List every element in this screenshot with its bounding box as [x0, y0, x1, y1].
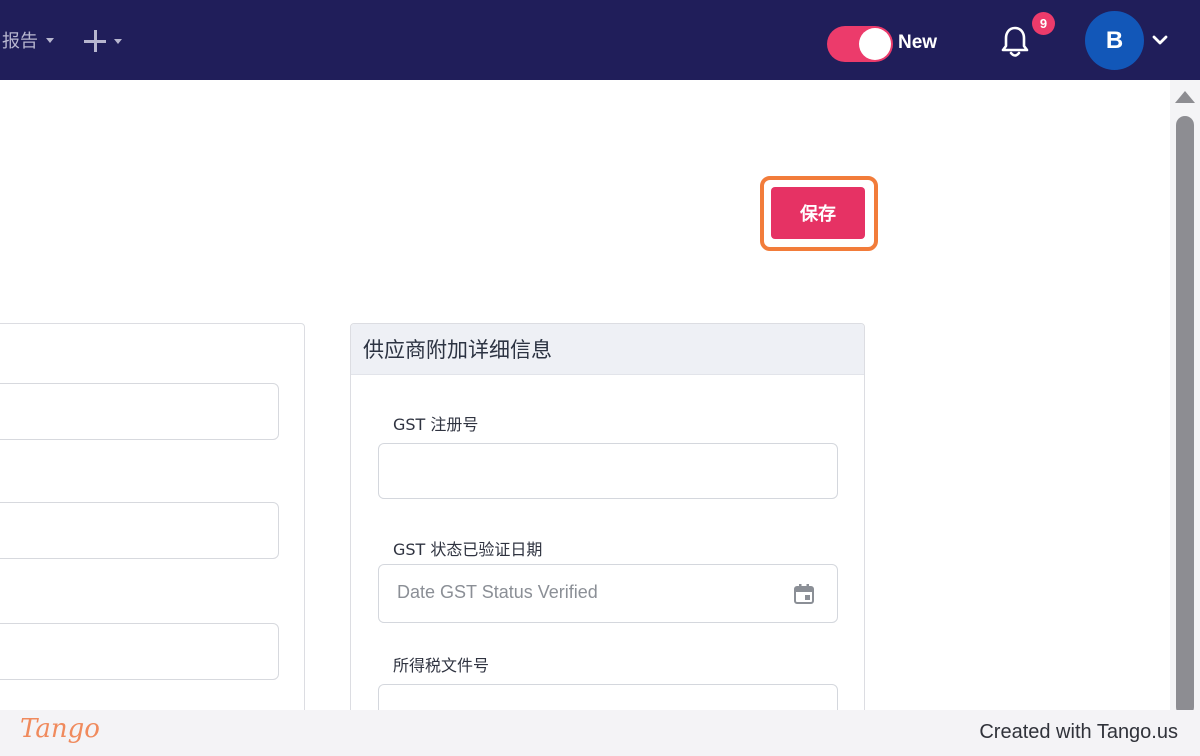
chevron-down-icon[interactable]: [1152, 34, 1168, 46]
gst-verified-date-input[interactable]: Date GST Status Verified: [378, 564, 838, 623]
top-navbar: 报告 New 9 B: [0, 0, 1200, 80]
gst-registration-label: GST 注册号: [393, 415, 479, 434]
left-input-3[interactable]: [0, 623, 279, 680]
gst-verified-date-label: GST 状态已验证日期: [393, 540, 543, 559]
created-with-text: Created with Tango.us: [979, 721, 1178, 743]
new-ui-toggle[interactable]: [827, 26, 893, 62]
scroll-up-arrow-icon[interactable]: [1175, 91, 1195, 103]
gst-verified-date-placeholder: Date GST Status Verified: [397, 582, 598, 602]
bell-icon: [1001, 26, 1029, 57]
chevron-down-icon: [114, 38, 122, 44]
left-input-1[interactable]: [0, 383, 279, 440]
notifications-button[interactable]: [1000, 24, 1030, 60]
reports-menu[interactable]: 报告: [2, 26, 54, 54]
income-tax-file-label: 所得税文件号: [393, 656, 490, 675]
scrollbar-thumb[interactable]: [1176, 116, 1194, 716]
reports-menu-label: 报告: [2, 31, 38, 52]
gst-registration-input[interactable]: [378, 443, 838, 499]
left-input-2[interactable]: [0, 502, 279, 559]
save-button[interactable]: 保存: [771, 187, 865, 239]
toggle-label: New: [898, 32, 938, 53]
plus-icon: [84, 30, 106, 52]
chevron-down-icon: [46, 37, 54, 43]
user-avatar[interactable]: B: [1085, 11, 1144, 70]
card-title: 供应商附加详细信息: [351, 324, 864, 375]
add-menu[interactable]: [84, 26, 122, 56]
notification-count-badge: 9: [1032, 12, 1055, 35]
toggle-knob: [859, 28, 891, 60]
tango-logo: Tango: [20, 714, 100, 744]
calendar-icon[interactable]: [793, 583, 815, 605]
supplier-details-card: 供应商附加详细信息: [350, 323, 865, 743]
